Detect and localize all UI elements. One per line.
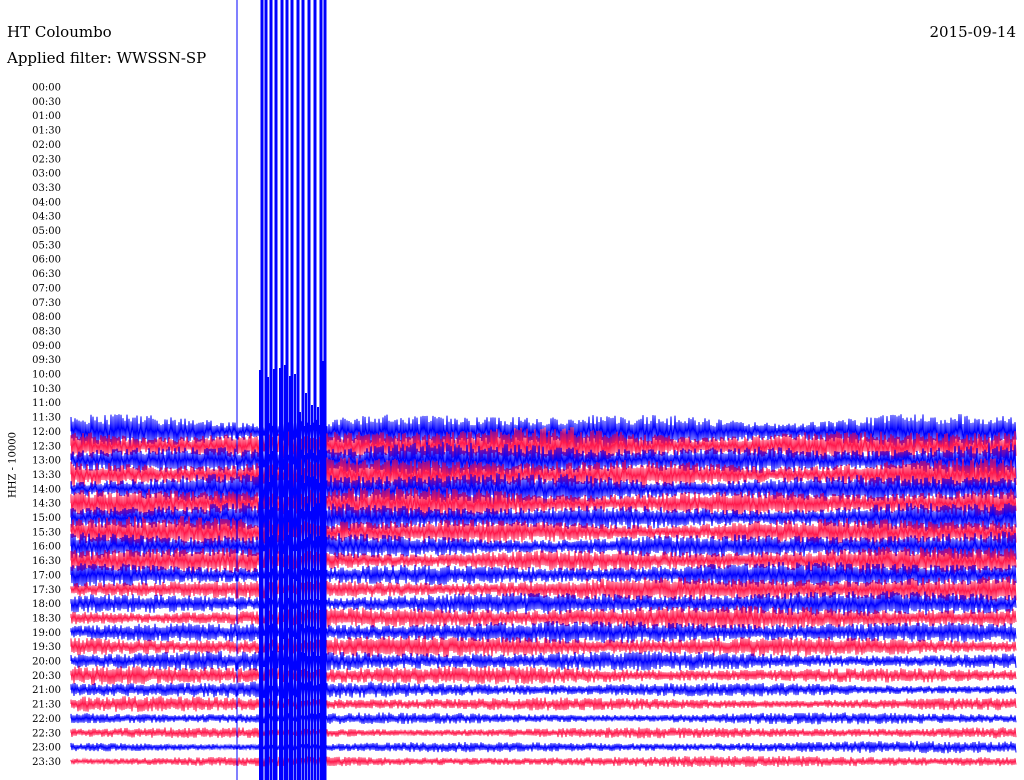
time-tick-label: 03:00 [32, 169, 61, 180]
trace-row-2030 [70, 665, 1017, 686]
time-tick-label: 22:00 [32, 714, 61, 725]
time-tick-label: 03:30 [32, 183, 61, 194]
time-tick-label: 17:30 [32, 585, 61, 596]
time-tick-label: 19:30 [32, 642, 61, 653]
time-tick-label: 14:30 [32, 499, 61, 510]
time-tick-label: 00:00 [32, 83, 61, 94]
time-tick-label: 05:30 [32, 240, 61, 251]
time-tick-label: 02:00 [32, 140, 61, 151]
time-tick-label: 04:30 [32, 212, 61, 223]
trace-row-2130 [70, 696, 1017, 712]
time-tick-label: 09:00 [32, 341, 61, 352]
time-tick-label: 16:00 [32, 542, 61, 553]
time-tick-label: 11:00 [32, 398, 61, 409]
time-tick-label: 18:30 [32, 613, 61, 624]
time-tick-label: 10:00 [32, 370, 61, 381]
time-tick-label: 15:30 [32, 527, 61, 538]
time-tick-label: 19:00 [32, 628, 61, 639]
time-tick-label: 07:00 [32, 283, 61, 294]
time-tick-label: 12:30 [32, 441, 61, 452]
time-tick-label: 06:30 [32, 269, 61, 280]
trace-row-2300 [70, 740, 1017, 754]
time-tick-label: 20:00 [32, 657, 61, 668]
time-tick-label: 01:30 [32, 126, 61, 137]
trace-row-2100 [70, 681, 1017, 699]
time-tick-label: 20:30 [32, 671, 61, 682]
seismic-traces [70, 414, 1017, 768]
time-tick-label: 21:00 [32, 685, 61, 696]
time-tick-label: 17:00 [32, 570, 61, 581]
time-tick-label: 13:30 [32, 470, 61, 481]
time-tick-label: 09:30 [32, 355, 61, 366]
trace-row-2330 [70, 755, 1017, 768]
time-tick-label: 04:00 [32, 197, 61, 208]
trace-row-2230 [70, 727, 1017, 739]
time-tick-labels: 00:00 00:30 01:00 01:30 02:00 02:30 03:00 03:30… [32, 83, 61, 768]
time-tick-label: 08:00 [32, 312, 61, 323]
time-tick-label: 23:00 [32, 743, 61, 754]
time-tick-label: 07:30 [32, 298, 61, 309]
time-tick-label: 16:30 [32, 556, 61, 567]
time-tick-label: 00:30 [32, 97, 61, 108]
time-tick-label: 02:30 [32, 154, 61, 165]
time-tick-label: 21:30 [32, 700, 61, 711]
time-tick-label: 11:30 [32, 413, 61, 424]
time-tick-label: 01:00 [32, 111, 61, 122]
time-tick-label: 10:30 [32, 384, 61, 395]
time-tick-label: 15:00 [32, 513, 61, 524]
trace-row-2200 [70, 712, 1017, 725]
time-tick-label: 14:00 [32, 484, 61, 495]
time-tick-label: 22:30 [32, 728, 61, 739]
helicorder-plot: 00:00 00:30 01:00 01:30 02:00 02:30 03:00 03:30… [32, 0, 1017, 780]
time-tick-label: 13:00 [32, 456, 61, 467]
time-tick-label: 12:00 [32, 427, 61, 438]
time-tick-label: 05:00 [32, 226, 61, 237]
time-tick-label: 18:00 [32, 599, 61, 610]
time-tick-label: 08:30 [32, 326, 61, 337]
time-tick-label: 06:00 [32, 255, 61, 266]
time-tick-label: 23:30 [32, 757, 61, 768]
